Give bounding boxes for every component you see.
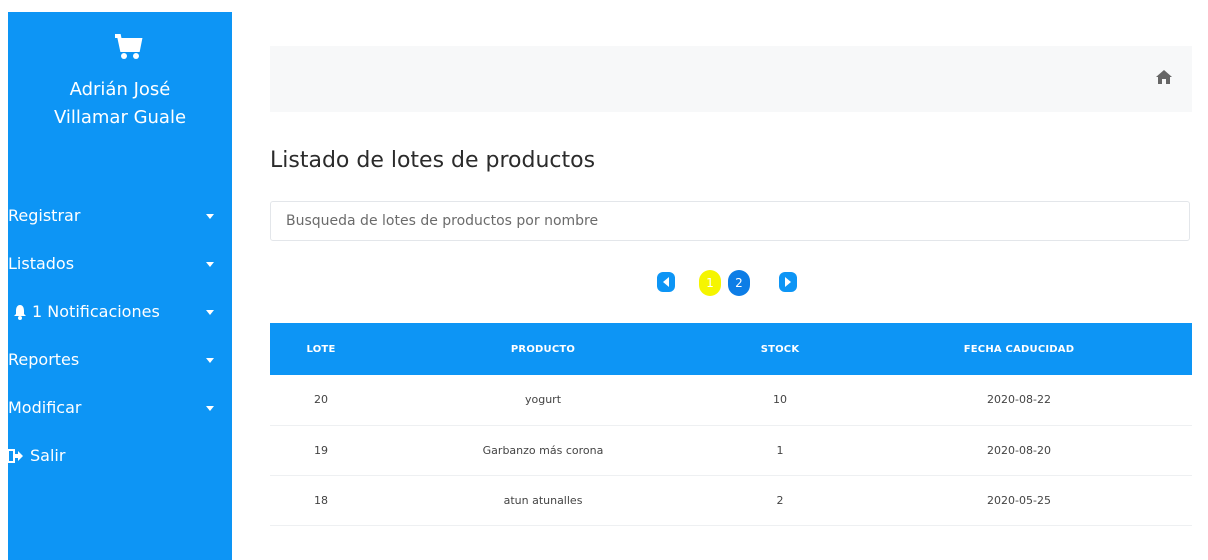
column-header-lote: LOTE [306, 343, 336, 355]
caret-down-icon [206, 310, 214, 315]
user-name: Adrián José Villamar Guale [8, 76, 232, 132]
sidebar-item-salir[interactable]: Salir [8, 440, 232, 488]
caret-down-icon [206, 358, 214, 363]
next-page-button[interactable] [779, 272, 797, 292]
cell-stock: 2 [776, 493, 784, 507]
cell-lote: 18 [314, 493, 328, 507]
user-name-first: Adrián José [69, 79, 171, 100]
shopping-cart-icon [115, 34, 143, 59]
sidebar: Adrián José Villamar Guale Registrar Lis… [8, 12, 232, 560]
search-input[interactable] [270, 201, 1190, 241]
sidebar-item-registrar[interactable]: Registrar [8, 200, 232, 248]
chevron-left-icon [663, 277, 669, 287]
column-header-producto: PRODUCTO [510, 343, 576, 355]
caret-down-icon [206, 214, 214, 219]
sign-out-icon [8, 449, 23, 463]
prev-page-button[interactable] [657, 272, 675, 292]
table-row: 20 yogurt 10 2020-08-22 [270, 375, 1192, 425]
cell-stock: 1 [776, 443, 784, 457]
chevron-right-icon [785, 277, 791, 287]
user-name-second: Villamar Guale [53, 107, 187, 128]
sidebar-item-notificaciones[interactable]: 1 Notificaciones [8, 296, 232, 344]
sidebar-item-label: Notificaciones [47, 302, 160, 321]
cell-producto: atun atunalles [503, 493, 583, 507]
cell-stock: 10 [773, 393, 787, 407]
home-icon[interactable] [1156, 70, 1172, 84]
cell-lote: 19 [314, 443, 328, 457]
sidebar-item-label: Reportes [8, 350, 80, 369]
caret-down-icon [206, 262, 214, 267]
cell-lote: 20 [314, 393, 328, 407]
sidebar-item-listados[interactable]: Listados [8, 248, 232, 296]
top-bar [270, 46, 1192, 112]
sidebar-item-reportes[interactable]: Reportes [8, 344, 232, 392]
page-title: Listado de lotes de productos [270, 148, 596, 173]
sidebar-item-label: Salir [30, 446, 66, 465]
cell-fecha-caducidad: 2020-08-22 [987, 393, 1051, 407]
caret-down-icon [206, 406, 214, 411]
sidebar-item-label: Registrar [8, 206, 81, 225]
lots-table: LOTE PRODUCTO STOCK FECHA CADUCIDAD 20 y… [270, 323, 1192, 526]
notification-count: 1 [32, 302, 43, 321]
page-button-2[interactable]: 2 [728, 270, 750, 296]
column-header-fecha-caducidad: FECHA CADUCIDAD [963, 343, 1075, 355]
page-button-1[interactable]: 1 [699, 270, 721, 296]
sidebar-item-label: Modificar [8, 398, 82, 417]
cell-producto: yogurt [524, 393, 562, 407]
cell-fecha-caducidad: 2020-05-25 [987, 493, 1051, 507]
cell-producto: Garbanzo más corona [482, 443, 604, 457]
table-header-row: LOTE PRODUCTO STOCK FECHA CADUCIDAD [270, 323, 1192, 375]
table-row: 19 Garbanzo más corona 1 2020-08-20 [270, 425, 1192, 475]
column-header-stock: STOCK [760, 343, 800, 355]
sidebar-item-label: Listados [8, 254, 75, 273]
table-row: 18 atun atunalles 2 2020-05-25 [270, 475, 1192, 525]
cell-fecha-caducidad: 2020-08-20 [987, 443, 1051, 457]
notification-badge: 1 Notificaciones [32, 298, 160, 326]
bell-icon [14, 305, 26, 320]
sidebar-item-modificar[interactable]: Modificar [8, 392, 232, 440]
sidebar-nav: Registrar Listados 1 Notificaciones Repo… [8, 200, 232, 488]
